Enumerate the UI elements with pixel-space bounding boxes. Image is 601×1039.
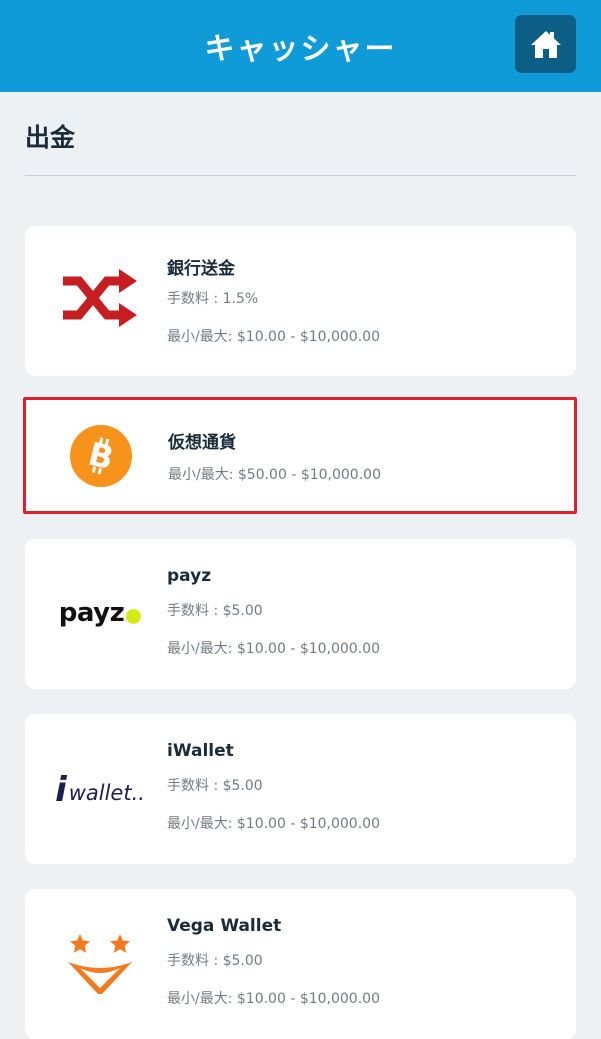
header-bar: キャッシャー — [0, 0, 601, 92]
method-name: 仮想通貨 — [168, 433, 236, 453]
payz-logo: payz — [35, 591, 165, 635]
iwallet-logo-i: i — [55, 770, 67, 810]
method-limits: 最小/最大: $10.00 - $10,000.00 — [167, 816, 380, 832]
method-name: 銀行送金 — [167, 259, 235, 279]
page-title: キャッシャー — [204, 32, 397, 67]
method-fee: 手数料 : $5.00 — [167, 953, 263, 969]
method-name: Vega Wallet — [167, 916, 282, 936]
bank-transfer-logo — [35, 264, 165, 334]
bank-transfer-shuffle-icon — [63, 269, 137, 327]
method-fee: 手数料 : $5.00 — [167, 603, 263, 619]
bitcoin-icon: B — [70, 425, 132, 487]
home-icon — [530, 31, 561, 58]
method-limits: 最小/最大: $50.00 - $10,000.00 — [168, 467, 381, 483]
payment-method-crypto[interactable]: B 仮想通貨 最小/最大: $50.00 - $10,000.00 — [23, 397, 577, 514]
payz-dot-icon — [126, 608, 142, 624]
payment-method-bank-transfer[interactable]: 銀行送金 手数料 : 1.5% 最小/最大: $10.00 - $10,000.… — [25, 226, 576, 376]
iwallet-logo: i wallet.. — [35, 770, 165, 810]
payz-logo-text: payz — [58, 598, 125, 628]
section-divider — [25, 175, 576, 176]
payment-method-vega-wallet[interactable]: Vega Wallet 手数料 : $5.00 最小/最大: $10.00 - … — [25, 889, 576, 1039]
method-name: payz — [167, 566, 212, 586]
crypto-logo: B — [36, 425, 166, 487]
method-fee: 手数料 : 1.5% — [167, 291, 259, 307]
vega-wallet-logo — [35, 929, 165, 999]
method-limits: 最小/最大: $10.00 - $10,000.00 — [167, 991, 380, 1007]
method-limits: 最小/最大: $10.00 - $10,000.00 — [167, 641, 380, 657]
home-button[interactable] — [515, 15, 576, 73]
payment-method-payz[interactable]: payz payz 手数料 : $5.00 最小/最大: $10.00 - $1… — [25, 539, 576, 689]
iwallet-logo-text: wallet.. — [68, 781, 145, 805]
payment-method-iwallet[interactable]: i wallet.. iWallet 手数料 : $5.00 最小/最大: $1… — [25, 714, 576, 864]
method-limits: 最小/最大: $10.00 - $10,000.00 — [167, 329, 380, 345]
method-name: iWallet — [167, 741, 234, 761]
section-title: 出金 — [25, 123, 76, 152]
vega-wallet-icon — [68, 934, 132, 994]
method-fee: 手数料 : $5.00 — [167, 778, 263, 794]
